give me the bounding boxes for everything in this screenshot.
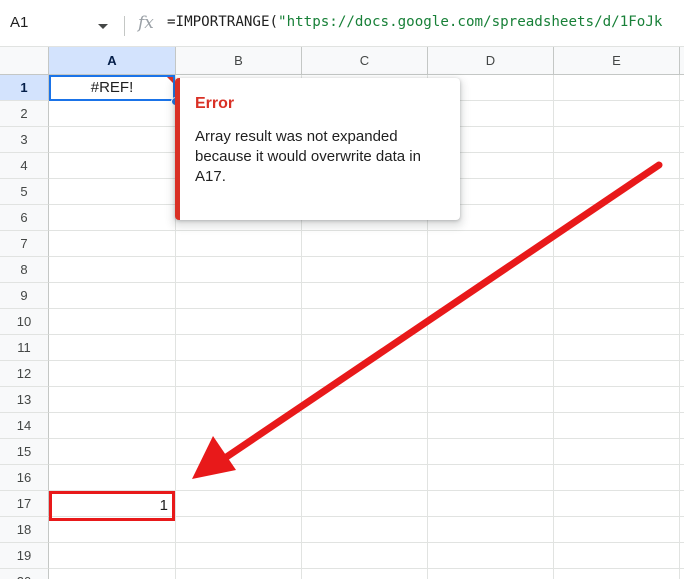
row-header-11[interactable]: 11 [0,335,49,361]
row-header-20[interactable]: 20 [0,569,49,579]
row-header-7[interactable]: 7 [0,231,49,257]
select-all-corner[interactable] [0,47,49,75]
row-header-19[interactable]: 19 [0,543,49,569]
row-header-2[interactable]: 2 [0,101,49,127]
row-header-16[interactable]: 16 [0,465,49,491]
row-header-1[interactable]: 1 [0,75,49,101]
fx-icon: fx [138,13,154,33]
name-box[interactable]: A1 [0,0,118,46]
grid-line [49,308,684,309]
column-header-f[interactable] [680,47,684,75]
row-header-9[interactable]: 9 [0,283,49,309]
cell-a17-value: 1 [159,497,168,514]
grid-line [49,334,684,335]
grid-line [49,464,684,465]
grid-line [49,386,684,387]
error-tooltip: Error Array result was not expanded beca… [175,78,460,220]
grid-line [49,568,684,569]
row-header-13[interactable]: 13 [0,387,49,413]
grid-line [49,412,684,413]
row-header-4[interactable]: 4 [0,153,49,179]
grid-line [679,75,680,579]
cell-a1[interactable]: #REF! [49,75,175,101]
row-header-12[interactable]: 12 [0,361,49,387]
grid-line [49,360,684,361]
name-box-value[interactable]: A1 [10,14,28,31]
formula-function: =IMPORTRANGE( [167,14,279,30]
cell-a17[interactable]: 1 [49,491,175,521]
cell-a1-value: #REF! [90,79,134,96]
error-indicator-icon[interactable] [167,77,173,83]
error-tooltip-title: Error [195,95,235,112]
row-header-3[interactable]: 3 [0,127,49,153]
error-tooltip-message: Array result was not expanded because it… [195,128,421,185]
row-header-15[interactable]: 15 [0,439,49,465]
formula-bar: A1 fx =IMPORTRANGE("https://docs.google.… [0,0,684,47]
row-header-14[interactable]: 14 [0,413,49,439]
grid-line [49,542,684,543]
row-header-18[interactable]: 18 [0,517,49,543]
column-header-a[interactable]: A [49,47,176,75]
grid-line [49,256,684,257]
column-header-d[interactable]: D [428,47,554,75]
column-header-c[interactable]: C [302,47,428,75]
column-header-e[interactable]: E [554,47,680,75]
row-header-5[interactable]: 5 [0,179,49,205]
formula-string-arg: "https://docs.google.com/spreadsheets/d/… [278,14,663,30]
row-header-10[interactable]: 10 [0,309,49,335]
row-header-8[interactable]: 8 [0,257,49,283]
grid-line [49,438,684,439]
formula-bar-divider [124,16,125,36]
row-header-6[interactable]: 6 [0,205,49,231]
grid-line [49,230,684,231]
row-header-17[interactable]: 17 [0,491,49,517]
spreadsheet-window: A1 fx =IMPORTRANGE("https://docs.google.… [0,0,684,579]
grid-line [553,75,554,579]
caret-down-icon[interactable] [98,24,108,29]
formula-input[interactable]: =IMPORTRANGE("https://docs.google.com/sp… [167,14,684,30]
grid-line [49,282,684,283]
column-header-b[interactable]: B [176,47,302,75]
